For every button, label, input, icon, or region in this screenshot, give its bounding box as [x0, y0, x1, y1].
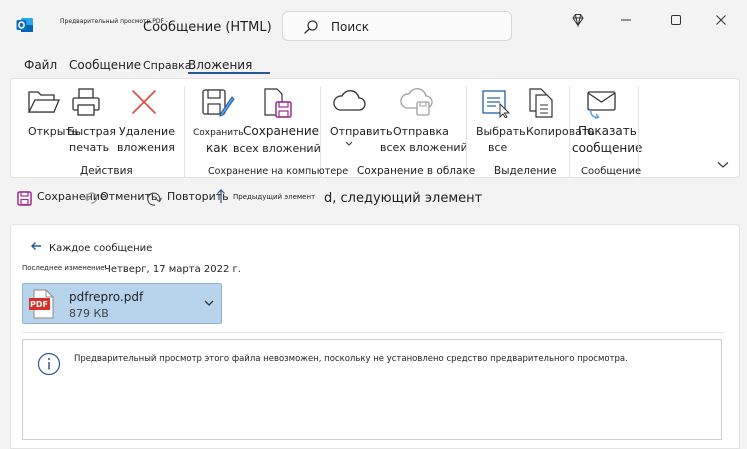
cloud-icon[interactable] [331, 88, 367, 114]
quick-print-label-2[interactable]: печать [69, 140, 109, 155]
outlook-app-icon[interactable] [16, 16, 34, 34]
ribbon-separator [569, 86, 570, 178]
premium-diamond-icon[interactable] [566, 8, 590, 32]
pdf-badge-label: PDF [30, 300, 48, 309]
tab-help[interactable]: Справка [143, 59, 191, 72]
remove-attachment-label-2[interactable]: вложения [117, 140, 175, 155]
show-message-label-1[interactable]: Показать [578, 124, 637, 139]
attachment-card[interactable]: PDF pdfrepro.pdf 879 КВ [22, 283, 222, 324]
tab-message[interactable]: Сообщение [69, 58, 141, 72]
search-placeholder: Поиск [331, 20, 370, 34]
minimize-button[interactable] [614, 8, 638, 32]
group-label-save-computer: Сохранение на компьютере [208, 166, 349, 177]
save-icon[interactable] [17, 191, 32, 206]
arrow-up-icon[interactable] [216, 188, 226, 204]
attachment-size: 879 КВ [69, 307, 109, 320]
save-all-label-1[interactable]: Сохранение [243, 124, 319, 139]
back-arrow-icon[interactable] [30, 241, 42, 251]
preview-unavailable-text: Предварительный просмотр этого файла нев… [74, 354, 628, 364]
save-as-label-1[interactable]: Сохранить [193, 126, 244, 141]
group-label-save-cloud: Сохранение в облаке [357, 165, 476, 177]
group-label-selection: Выделение [494, 165, 557, 177]
group-label-message: Сообщение [581, 166, 642, 177]
active-tab-indicator [188, 72, 270, 74]
select-all-label-2[interactable]: все [488, 140, 507, 155]
printer-icon[interactable] [71, 86, 101, 118]
search-box[interactable]: Поиск [282, 11, 512, 41]
close-button[interactable] [709, 8, 733, 32]
ribbon-expand-chevron-icon[interactable] [717, 161, 729, 169]
preview-message-box: Предварительный просмотр этого файла нев… [22, 339, 722, 440]
open-folder-icon[interactable] [27, 88, 61, 116]
tab-file[interactable]: Файл [24, 58, 57, 72]
cloud-save-icon[interactable] [398, 88, 434, 118]
send-all-label-1[interactable]: Отправка [393, 124, 449, 139]
search-icon [304, 20, 318, 34]
save-as-icon[interactable] [201, 87, 235, 119]
save-as-label-2[interactable]: как [206, 141, 228, 156]
redo-icon[interactable] [147, 191, 163, 207]
ribbon-separator [638, 86, 639, 178]
attachment-divider [22, 332, 725, 333]
save-all-label-2[interactable]: всех вложений [233, 141, 321, 156]
back-to-all-messages-link[interactable]: Каждое сообщение [49, 243, 152, 254]
qa-previous-item-button[interactable]: Предыдущий элемент [233, 193, 315, 201]
remove-x-icon[interactable] [130, 88, 158, 116]
attachment-menu-chevron-icon[interactable] [204, 300, 214, 307]
ribbon-separator [320, 86, 321, 178]
tab-attachments[interactable]: Вложения [188, 58, 252, 72]
group-label-actions: Действия [80, 165, 133, 177]
undo-icon[interactable] [84, 191, 98, 205]
last-modified-label: Последнее изменение: [22, 264, 107, 272]
envelope-arrow-icon[interactable] [586, 89, 618, 119]
chevron-down-icon[interactable] [345, 141, 353, 147]
copy-icon[interactable] [527, 87, 557, 119]
last-modified-value: Четверг, 17 марта 2022 г. [104, 264, 241, 275]
info-icon [37, 352, 61, 376]
remove-attachment-label-1[interactable]: Удаление [119, 124, 175, 139]
outlook-message-window: Предварительный просмотр PDF - Сообщение… [0, 0, 747, 449]
attachment-name: pdfrepro.pdf [69, 290, 144, 304]
maximize-button[interactable] [664, 8, 688, 32]
qa-next-item-button[interactable]: d, следующий элемент [324, 191, 482, 206]
select-all-icon[interactable] [480, 88, 512, 118]
send-all-label-2[interactable]: всех вложений [380, 140, 468, 155]
ribbon-separator [184, 86, 185, 178]
window-title: Сообщение (HTML) [143, 20, 272, 35]
send-label-1[interactable]: Отправить [330, 124, 393, 139]
show-message-label-2[interactable]: сообщение [572, 141, 642, 156]
save-all-attachments-icon[interactable] [262, 87, 294, 119]
select-all-label-1[interactable]: Выбрать [476, 124, 526, 139]
quick-print-label-1[interactable]: Быстрая [67, 124, 116, 139]
